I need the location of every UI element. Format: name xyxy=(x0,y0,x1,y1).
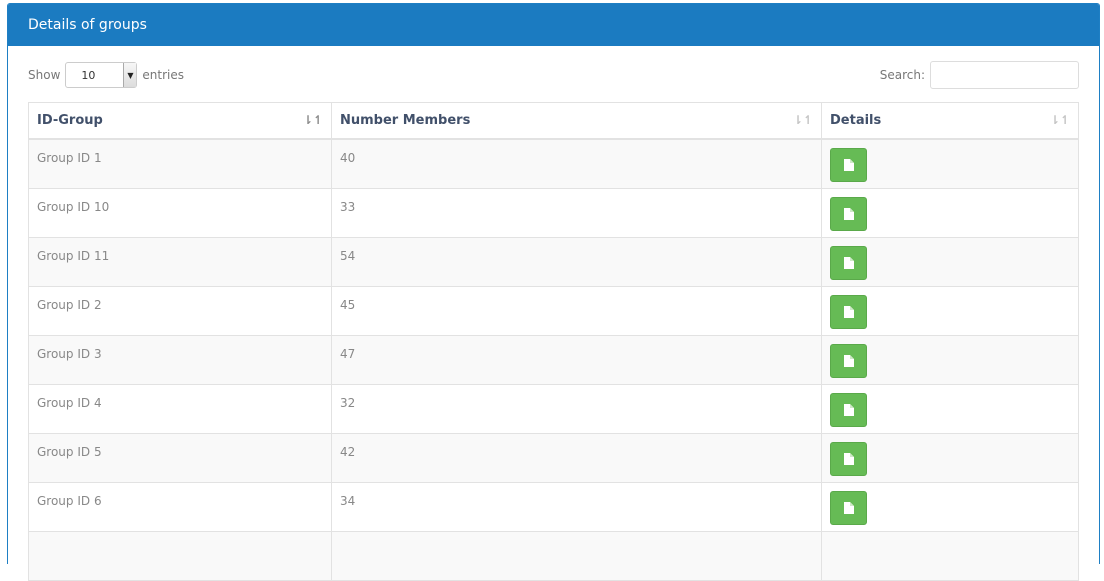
table-row xyxy=(28,530,1079,581)
sort-icon: ⇂↿ xyxy=(792,113,813,127)
details-button[interactable] xyxy=(830,392,867,427)
details-button[interactable] xyxy=(830,343,867,378)
show-label: Show xyxy=(28,68,61,82)
sort-icon: ⇂↿ xyxy=(1049,113,1070,127)
file-icon xyxy=(843,354,854,367)
entries-label: entries xyxy=(142,68,184,82)
group-id-cell xyxy=(28,530,332,581)
details-cell xyxy=(821,236,1079,287)
group-id-cell: Group ID 11 xyxy=(28,236,332,287)
table-body: Group ID 1 40 Group ID 10 33 Group ID 11 54 Gr… xyxy=(28,138,1079,581)
table-header-row: ID-Group ⇂↿ Number Members ⇂↿ Details ⇂↿ xyxy=(28,102,1079,140)
group-id-cell: Group ID 10 xyxy=(28,187,332,238)
entries-select[interactable]: 10 ▼ xyxy=(65,62,138,88)
file-icon xyxy=(843,501,854,514)
table-controls: Show 10 ▼ entries Search: xyxy=(8,46,1099,102)
table-row: Group ID 2 45 xyxy=(28,285,1079,336)
column-header-number-members[interactable]: Number Members ⇂↿ xyxy=(331,102,822,140)
member-count-cell: 54 xyxy=(331,236,822,287)
column-header-label: Details xyxy=(830,113,882,128)
column-header-id-group[interactable]: ID-Group ⇂↿ xyxy=(28,102,332,140)
details-cell xyxy=(821,285,1079,336)
search-control: Search: xyxy=(880,61,1079,89)
member-count-cell: 34 xyxy=(331,481,822,532)
groups-table: ID-Group ⇂↿ Number Members ⇂↿ Details ⇂↿… xyxy=(28,102,1079,581)
details-cell xyxy=(821,530,1079,581)
details-cell xyxy=(821,334,1079,385)
table-row: Group ID 6 34 xyxy=(28,481,1079,532)
sort-ascending-icon: ⇂↿ xyxy=(302,113,323,127)
file-icon xyxy=(843,452,854,465)
member-count-cell: 40 xyxy=(331,138,822,189)
file-icon xyxy=(843,403,854,416)
column-header-details[interactable]: Details ⇂↿ xyxy=(821,102,1079,140)
file-icon xyxy=(843,256,854,269)
details-cell xyxy=(821,138,1079,189)
details-cell xyxy=(821,383,1079,434)
file-icon xyxy=(843,207,854,220)
entries-select-value: 10 xyxy=(81,68,96,82)
member-count-cell: 47 xyxy=(331,334,822,385)
details-cell xyxy=(821,481,1079,532)
table-row: Group ID 1 40 xyxy=(28,138,1079,189)
panel-title: Details of groups xyxy=(28,17,147,33)
table-row: Group ID 3 47 xyxy=(28,334,1079,385)
search-label: Search: xyxy=(879,68,925,82)
search-input[interactable] xyxy=(930,61,1079,89)
details-cell xyxy=(821,187,1079,238)
table-row: Group ID 4 32 xyxy=(28,383,1079,434)
group-id-cell: Group ID 5 xyxy=(28,432,332,483)
member-count-cell: 33 xyxy=(331,187,822,238)
group-id-cell: Group ID 1 xyxy=(28,138,332,189)
details-cell xyxy=(821,432,1079,483)
group-id-cell: Group ID 2 xyxy=(28,285,332,336)
groups-panel: Details of groups Show 10 ▼ entries Sear… xyxy=(7,3,1100,581)
panel-heading: Details of groups xyxy=(8,4,1099,46)
group-id-cell: Group ID 3 xyxy=(28,334,332,385)
chevron-down-icon[interactable]: ▼ xyxy=(123,63,137,87)
table-row: Group ID 10 33 xyxy=(28,187,1079,238)
member-count-cell xyxy=(331,530,822,581)
details-button[interactable] xyxy=(830,490,867,525)
column-header-label: ID-Group xyxy=(37,113,103,128)
column-header-label: Number Members xyxy=(340,113,471,128)
group-id-cell: Group ID 6 xyxy=(28,481,332,532)
details-button[interactable] xyxy=(830,441,867,476)
details-button[interactable] xyxy=(830,196,867,231)
member-count-cell: 45 xyxy=(331,285,822,336)
details-button[interactable] xyxy=(830,148,867,182)
group-id-cell: Group ID 4 xyxy=(28,383,332,434)
details-button[interactable] xyxy=(830,245,867,280)
file-icon xyxy=(843,159,854,171)
table-row: Group ID 5 42 xyxy=(28,432,1079,483)
file-icon xyxy=(843,305,854,318)
member-count-cell: 42 xyxy=(331,432,822,483)
table-row: Group ID 11 54 xyxy=(28,236,1079,287)
member-count-cell: 32 xyxy=(331,383,822,434)
page-length-control: Show 10 ▼ entries xyxy=(28,62,184,88)
details-button[interactable] xyxy=(830,294,867,329)
